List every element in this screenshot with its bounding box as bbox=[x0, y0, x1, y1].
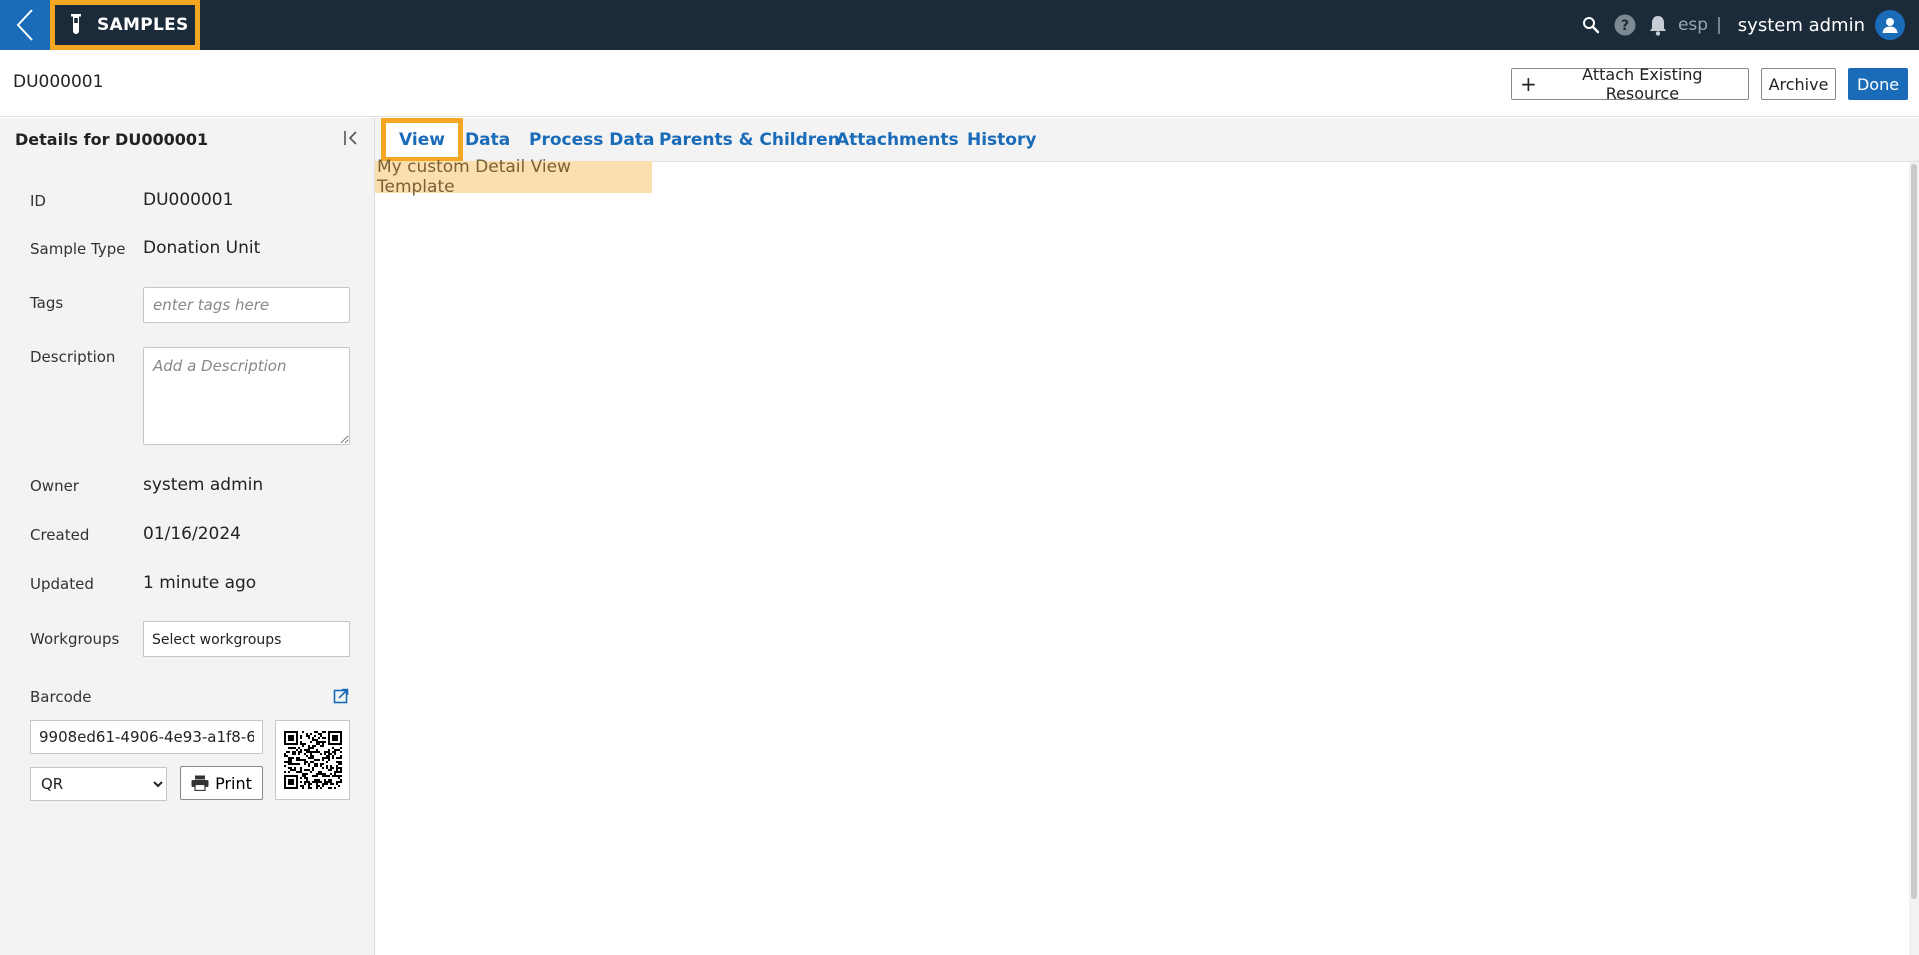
updated-label: Updated bbox=[30, 575, 94, 593]
tab-history[interactable]: History bbox=[967, 118, 1036, 162]
created-value: 01/16/2024 bbox=[143, 524, 241, 544]
print-label: Print bbox=[215, 773, 252, 793]
workgroups-select[interactable]: Select workgroups bbox=[143, 621, 350, 657]
user-name[interactable]: system admin bbox=[1738, 15, 1865, 36]
test-tube-icon bbox=[71, 14, 81, 34]
plus-icon: + bbox=[1520, 72, 1537, 96]
record-header: DU000001 + Attach Existing Resource Arch… bbox=[0, 50, 1919, 117]
user-avatar-icon[interactable] bbox=[1875, 10, 1905, 40]
tab-data[interactable]: Data bbox=[465, 118, 510, 162]
chevron-left-icon bbox=[16, 9, 33, 41]
top-nav-bar: SAMPLES ? esp | system admin bbox=[0, 0, 1919, 50]
created-label: Created bbox=[30, 526, 90, 544]
owner-value: system admin bbox=[143, 475, 264, 495]
tab-bar: View Data Process Data Parents & Childre… bbox=[375, 118, 1919, 162]
barcode-label: Barcode bbox=[30, 688, 92, 706]
archive-button[interactable]: Archive bbox=[1761, 68, 1836, 100]
id-value: DU000001 bbox=[143, 190, 234, 210]
back-button[interactable] bbox=[0, 0, 50, 50]
barcode-type-select[interactable]: QR bbox=[30, 767, 167, 801]
search-icon[interactable] bbox=[1582, 16, 1600, 34]
tags-input[interactable] bbox=[143, 287, 350, 323]
barcode-input[interactable] bbox=[30, 720, 263, 754]
tags-label: Tags bbox=[30, 294, 64, 312]
samples-app-button[interactable]: SAMPLES bbox=[50, 0, 200, 50]
qr-code-icon bbox=[283, 731, 342, 789]
description-textarea[interactable] bbox=[143, 347, 350, 445]
sample-type-value: Donation Unit bbox=[143, 238, 261, 258]
owner-label: Owner bbox=[30, 477, 79, 495]
tab-view[interactable]: View bbox=[381, 118, 463, 162]
qr-code bbox=[275, 720, 350, 800]
print-button[interactable]: Print bbox=[180, 766, 263, 800]
done-button[interactable]: Done bbox=[1848, 68, 1908, 100]
workgroups-label: Workgroups bbox=[30, 630, 120, 648]
tab-parents-children[interactable]: Parents & Children bbox=[659, 118, 840, 162]
tab-process-data[interactable]: Process Data bbox=[529, 118, 654, 162]
scrollbar-thumb[interactable] bbox=[1911, 164, 1917, 899]
custom-template-text: My custom Detail View Template bbox=[375, 157, 652, 197]
sidebar-title: Details for DU000001 bbox=[15, 130, 209, 149]
bell-icon[interactable] bbox=[1648, 14, 1668, 36]
separator: | bbox=[1716, 15, 1722, 35]
page-title: DU000001 bbox=[13, 72, 104, 92]
svg-text:?: ? bbox=[1621, 18, 1629, 34]
external-link-icon[interactable] bbox=[333, 688, 349, 708]
printer-icon bbox=[191, 775, 209, 791]
tab-attachments[interactable]: Attachments bbox=[836, 118, 959, 162]
topbar-right-group: ? esp | system admin bbox=[1582, 0, 1919, 50]
app-title: SAMPLES bbox=[97, 15, 189, 35]
id-label: ID bbox=[30, 192, 46, 210]
updated-value: 1 minute ago bbox=[143, 573, 257, 593]
details-sidebar: Details for DU000001 ID DU000001 Sample … bbox=[0, 118, 375, 955]
attach-existing-resource-button[interactable]: + Attach Existing Resource bbox=[1511, 65, 1749, 103]
sample-type-label: Sample Type bbox=[30, 240, 126, 258]
org-name: esp bbox=[1677, 15, 1709, 35]
help-icon[interactable]: ? bbox=[1614, 14, 1636, 36]
description-label: Description bbox=[30, 348, 116, 366]
collapse-sidebar-icon[interactable] bbox=[342, 128, 360, 152]
main-content: View Data Process Data Parents & Childre… bbox=[375, 118, 1919, 955]
attach-label: Attach Existing Resource bbox=[1582, 65, 1703, 103]
